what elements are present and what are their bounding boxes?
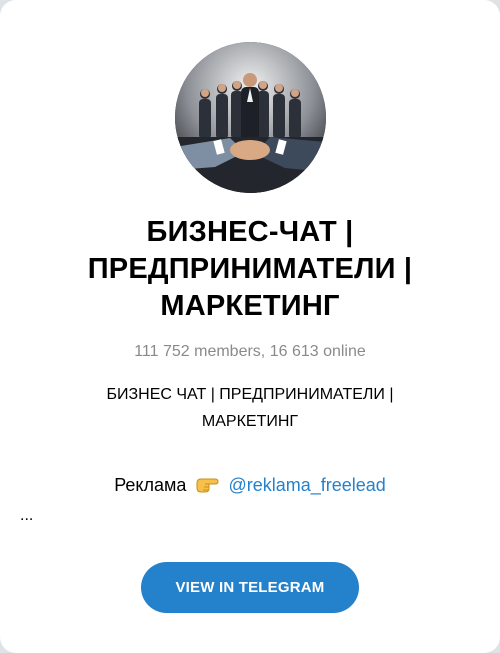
members-count: 111 752 members, 16 613 online	[134, 343, 366, 360]
channel-avatar	[175, 42, 326, 193]
ad-line: Реклама @reklama_freelead	[0, 473, 500, 497]
description-line: БИЗНЕС ЧАТ | ПРЕДПРИНИМАТЕЛИ |	[106, 386, 394, 403]
ad-contact-link[interactable]: @reklama_freelead	[228, 475, 385, 495]
ad-label: Реклама	[114, 475, 187, 495]
description-ellipsis: ...	[20, 507, 34, 524]
channel-card: БИЗНЕС-ЧАТ | ПРЕДПРИНИМАТЕЛИ | МАРКЕТИНГ…	[0, 0, 500, 653]
channel-description: БИЗНЕС ЧАТ | ПРЕДПРИНИМАТЕЛИ | МАРКЕТИНГ	[40, 381, 460, 435]
channel-title: БИЗНЕС-ЧАТ | ПРЕДПРИНИМАТЕЛИ | МАРКЕТИНГ	[87, 216, 413, 322]
description-line: МАРКЕТИНГ	[201, 413, 299, 430]
pointing-hand-icon	[195, 474, 219, 494]
view-in-telegram-button[interactable]: VIEW IN TELEGRAM	[141, 562, 359, 613]
